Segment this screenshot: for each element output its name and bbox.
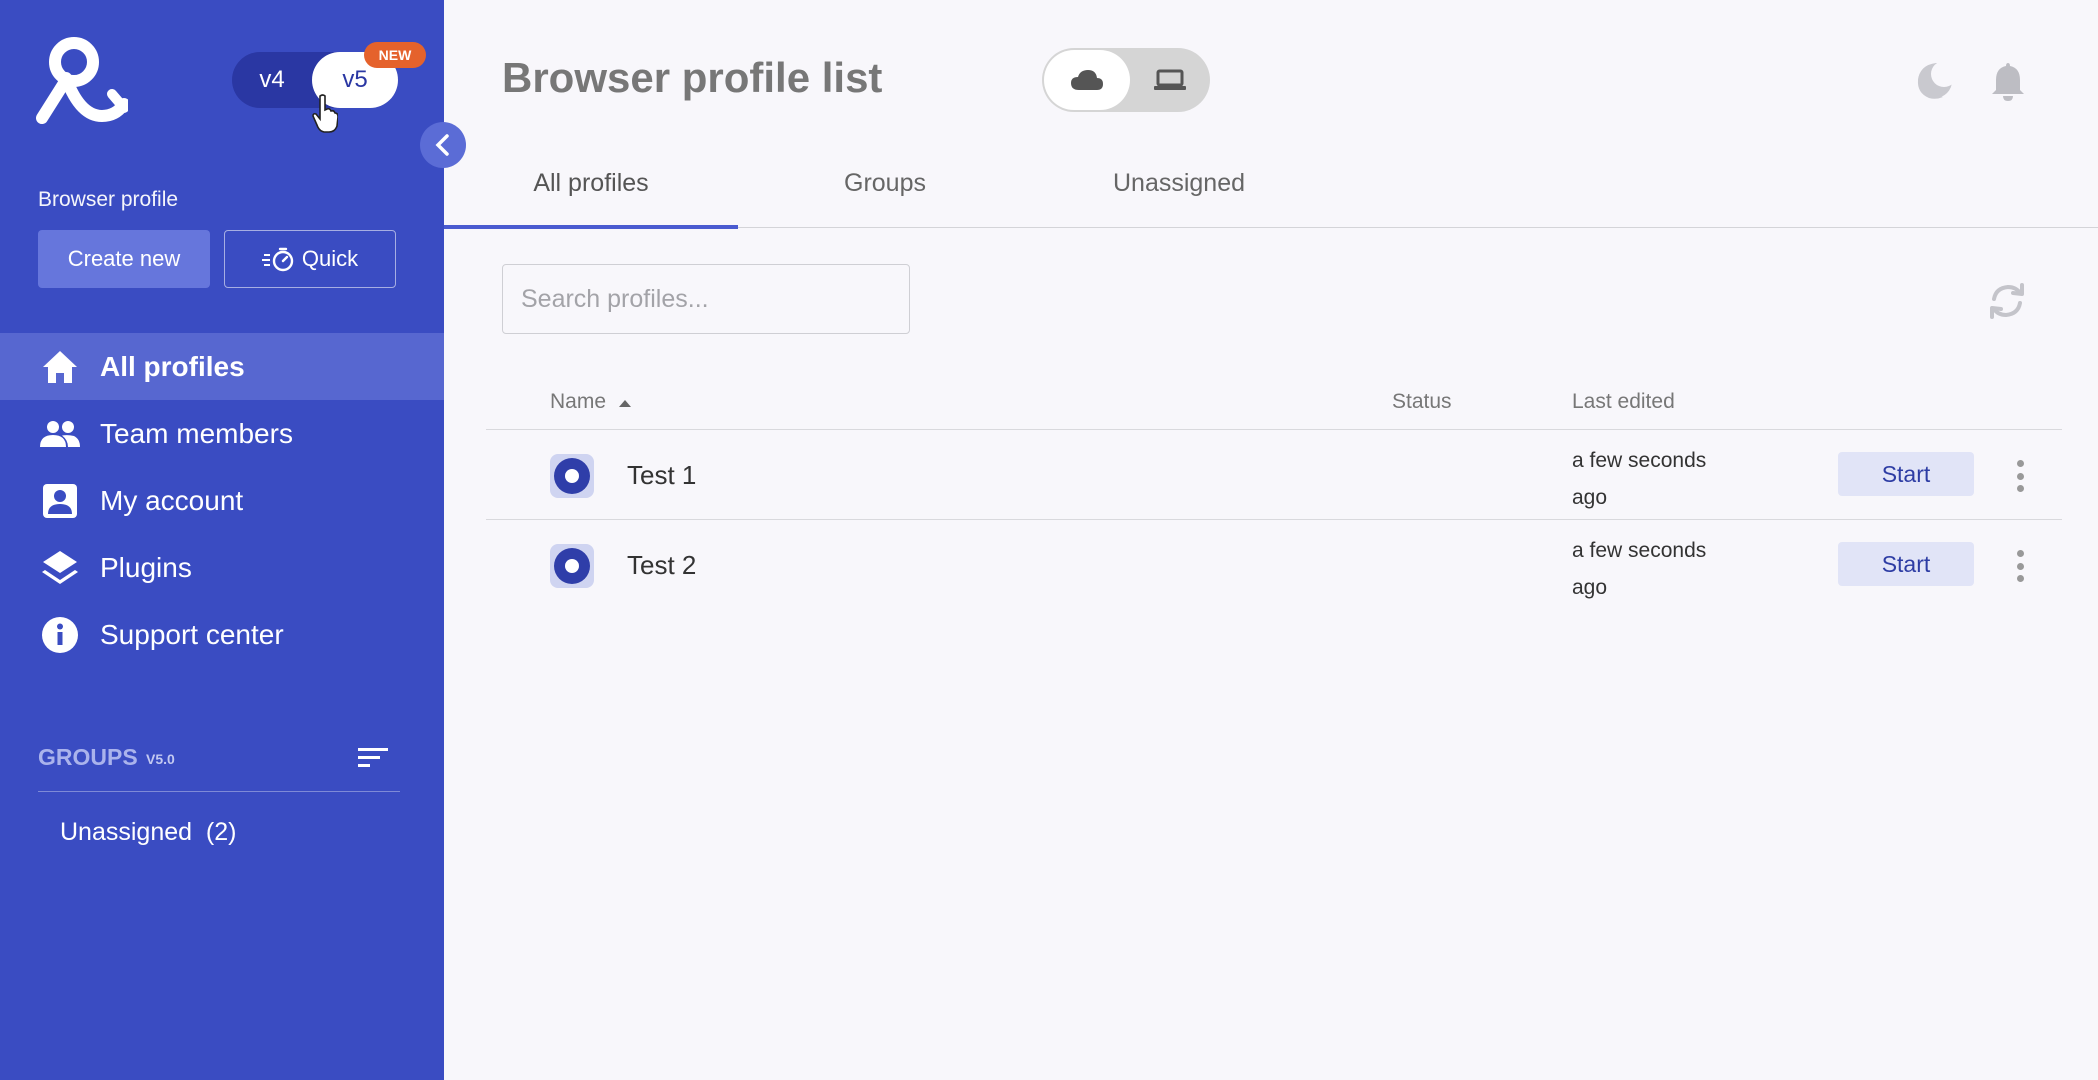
profiles-table: Name Status Last edited Test 1 a few sec… [486, 372, 2062, 610]
table-row[interactable]: Test 1 a few seconds ago Start [486, 430, 2062, 520]
page-title: Browser profile list [502, 54, 883, 101]
sidebar: v4 v5 NEW Browser profile Create new Qui… [0, 0, 444, 1080]
profile-name: Test 1 [627, 460, 697, 490]
sidebar-item-label: Support center [100, 618, 284, 650]
version-v4-option[interactable]: v4 [232, 52, 312, 108]
quick-button-label: Quick [301, 246, 359, 271]
local-mode-option[interactable] [1130, 48, 1210, 112]
column-header-last-edited[interactable]: Last edited [1572, 390, 1675, 414]
more-options-icon[interactable] [2012, 550, 2028, 582]
start-profile-button[interactable]: Start [1838, 452, 1974, 496]
table-row[interactable]: Test 2 a few seconds ago Start [486, 520, 2062, 610]
storage-mode-toggle[interactable] [1042, 48, 1210, 112]
sidebar-item-my-account[interactable]: My account [0, 467, 444, 534]
new-badge: NEW [364, 42, 426, 68]
sidebar-item-all-profiles[interactable]: All profiles [0, 333, 444, 400]
sidebar-nav: All profiles Team members My account Plu… [0, 333, 444, 668]
sidebar-item-label: My account [100, 484, 244, 516]
sort-icon[interactable] [358, 746, 388, 770]
groups-header: GROUPS V5.0 [38, 740, 400, 792]
notifications-bell-icon[interactable] [1988, 60, 2028, 102]
groups-version: V5.0 [146, 751, 175, 767]
tab-label: Groups [844, 169, 926, 197]
tab-all-profiles[interactable]: All profiles [444, 152, 738, 229]
search-input[interactable] [502, 264, 910, 334]
column-header-name[interactable]: Name [550, 390, 632, 414]
people-icon [40, 414, 80, 454]
info-icon [40, 615, 80, 655]
profile-avatar-icon [550, 544, 594, 588]
tab-unassigned[interactable]: Unassigned [1032, 152, 1326, 228]
browser-profile-label: Browser profile [38, 188, 179, 211]
laptop-icon [1154, 69, 1186, 90]
layers-icon [40, 548, 80, 588]
profile-last-edited: a few seconds ago [1572, 449, 1707, 509]
tab-label: Unassigned [1112, 169, 1246, 197]
profile-last-edited: a few seconds ago [1572, 539, 1707, 599]
column-header-label: Name [550, 390, 607, 413]
create-new-button[interactable]: Create new [38, 230, 210, 288]
hand-cursor-icon [312, 94, 338, 133]
tab-label: All profiles [533, 169, 649, 197]
cloud-mode-option[interactable] [1044, 50, 1130, 110]
sidebar-item-support-center[interactable]: Support center [0, 601, 444, 668]
quick-button[interactable]: Quick [224, 230, 396, 288]
collapse-sidebar-button[interactable] [420, 122, 466, 168]
start-profile-button[interactable]: Start [1838, 542, 1974, 586]
home-icon [40, 347, 80, 387]
tab-groups[interactable]: Groups [738, 152, 1032, 228]
sort-ascending-icon [618, 400, 631, 407]
chevron-left-icon [435, 134, 449, 156]
table-header: Name Status Last edited [486, 372, 2062, 430]
profile-tabs: All profiles Groups Unassigned [444, 152, 2098, 229]
sidebar-item-label: Plugins [100, 551, 192, 583]
account-icon [40, 481, 80, 521]
stopwatch-icon [261, 247, 294, 272]
sidebar-item-team-members[interactable]: Team members [0, 400, 444, 467]
profile-avatar-icon [550, 454, 594, 498]
sidebar-item-plugins[interactable]: Plugins [0, 534, 444, 601]
sidebar-item-label: Team members [100, 417, 293, 449]
sidebar-item-label: All profiles [100, 350, 245, 382]
dark-mode-icon[interactable] [1916, 62, 1954, 100]
group-item-unassigned[interactable]: Unassigned (2) [60, 818, 236, 847]
cloud-icon [1071, 70, 1103, 90]
app-logo[interactable] [36, 34, 128, 126]
groups-title: GROUPS [38, 744, 138, 770]
more-options-icon[interactable] [2012, 460, 2028, 492]
column-header-status[interactable]: Status [1392, 390, 1452, 414]
refresh-icon[interactable] [1986, 282, 2028, 320]
profile-name: Test 2 [627, 550, 697, 580]
active-tab-indicator [444, 225, 738, 229]
